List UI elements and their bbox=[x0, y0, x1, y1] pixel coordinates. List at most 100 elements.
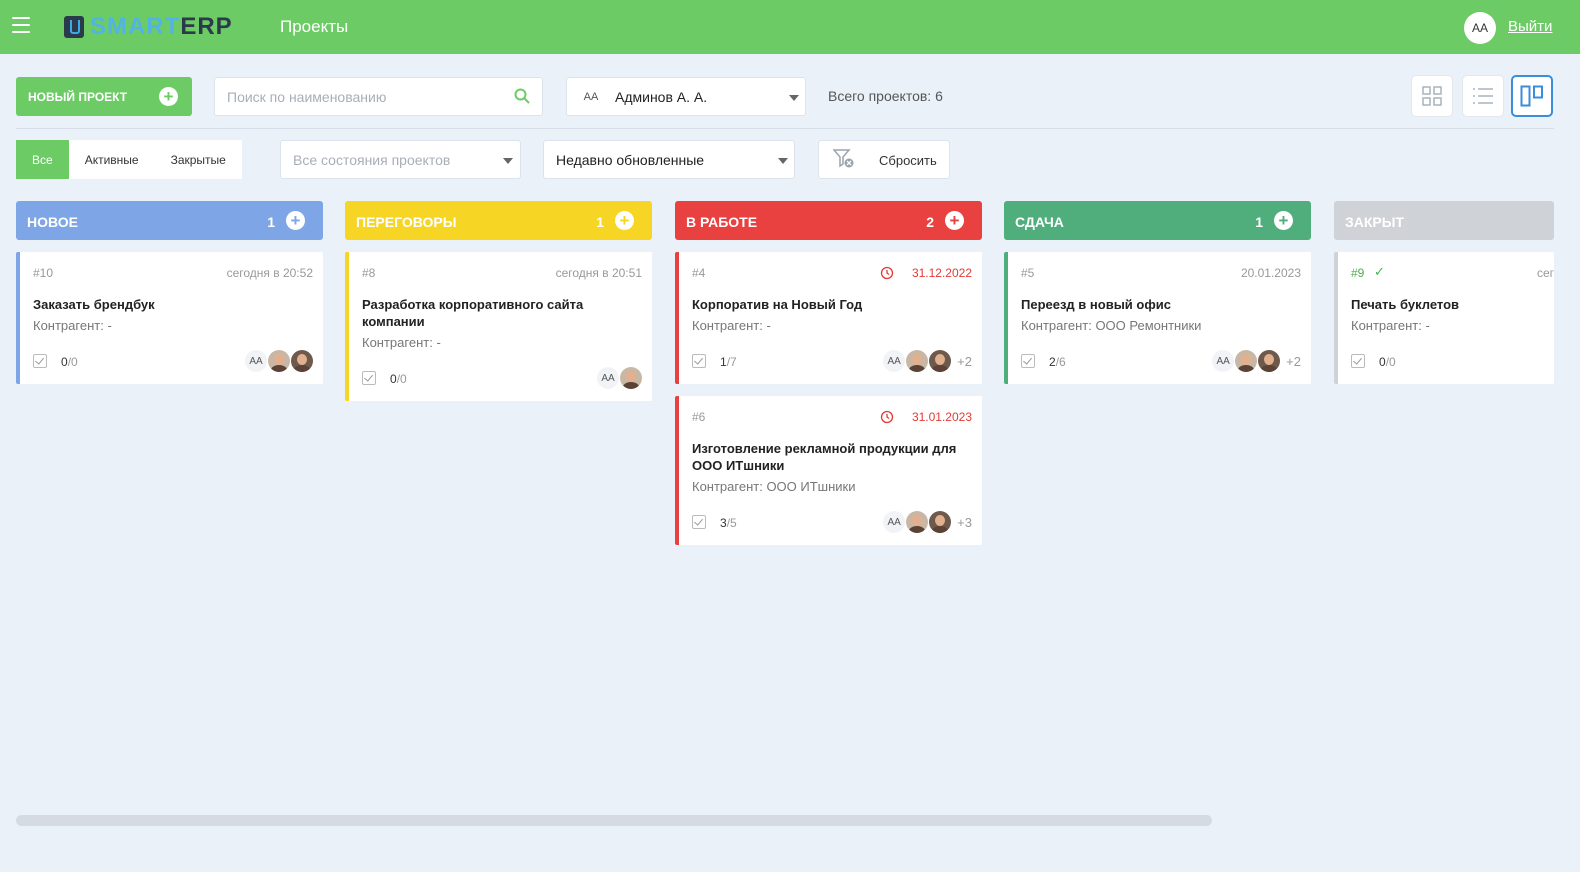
tab-0[interactable]: Все bbox=[16, 140, 69, 179]
more-members-count[interactable]: +3 bbox=[957, 515, 972, 530]
total-projects: Всего проектов: 6 bbox=[828, 88, 943, 104]
grid-icon bbox=[1422, 86, 1442, 106]
project-card[interactable]: #9 ✓ сег Печать буклетов Контрагент: - 0/0 bbox=[1334, 252, 1554, 384]
card-tasks: 2/6 bbox=[1049, 355, 1066, 369]
project-card[interactable]: #8 сегодня в 20:51 Разработка корпоративно… bbox=[345, 252, 652, 401]
add-card-icon[interactable]: + bbox=[945, 211, 964, 230]
card-number: #4 bbox=[692, 266, 706, 280]
nav-projects[interactable]: Проекты bbox=[280, 17, 348, 37]
tasks-total: /6 bbox=[1055, 355, 1066, 369]
column-header: ЗАКРЫТ bbox=[1334, 201, 1554, 240]
column-title: НОВОЕ bbox=[27, 214, 78, 230]
chevron-down-icon bbox=[778, 158, 788, 164]
member-photo-avatar[interactable] bbox=[268, 350, 290, 372]
member-photo-avatar[interactable] bbox=[1235, 350, 1258, 372]
column-header: НОВОЕ 1 + bbox=[16, 201, 323, 240]
horizontal-scrollbar[interactable] bbox=[16, 815, 1212, 826]
project-card[interactable]: #4 31.12.2022 Корпоратив на Новый Год Контр… bbox=[675, 252, 982, 384]
user-avatar[interactable]: AA bbox=[1464, 12, 1496, 44]
card-deadline: 31.01.2023 bbox=[911, 410, 972, 424]
new-project-button[interactable]: НОВЫЙ ПРОЕКТ + bbox=[16, 77, 192, 116]
sort-value: Недавно обновленные bbox=[556, 152, 705, 168]
more-members-count[interactable]: +2 bbox=[1286, 354, 1301, 369]
member-avatar[interactable]: AA bbox=[883, 511, 906, 533]
card-updated: сег bbox=[1536, 266, 1554, 280]
card-contractor: Контрагент: ООО Ремонтники bbox=[1021, 318, 1202, 333]
reset-filters-button[interactable]: Сбросить bbox=[818, 140, 950, 179]
card-title: Переезд в новый офис bbox=[1021, 297, 1171, 312]
card-contractor: Контрагент: ООО ИТшники bbox=[692, 479, 856, 494]
project-state-select[interactable]: Все состояния проектов bbox=[280, 140, 521, 179]
column-header: СДАЧА 1 + bbox=[1004, 201, 1311, 240]
tab-2[interactable]: Закрытые bbox=[154, 140, 242, 179]
plus-icon: + bbox=[159, 87, 178, 106]
sort-select[interactable]: Недавно обновленные bbox=[543, 140, 795, 179]
project-card[interactable]: #6 31.01.2023 Изготовление рекламной проду… bbox=[675, 396, 982, 545]
tasks-done: 0 bbox=[61, 355, 68, 369]
member-avatar[interactable]: AA bbox=[597, 367, 619, 389]
column-count: 1 bbox=[596, 214, 604, 230]
chevron-down-icon bbox=[789, 95, 799, 101]
column-count: 2 bbox=[926, 214, 934, 230]
column-title: СДАЧА bbox=[1015, 214, 1064, 230]
member-photo-avatar[interactable] bbox=[1258, 350, 1281, 372]
tab-1[interactable]: Активные bbox=[68, 140, 155, 179]
card-tasks: 0/0 bbox=[61, 355, 78, 369]
search-box bbox=[214, 77, 543, 116]
add-card-icon[interactable]: + bbox=[286, 211, 305, 230]
card-updated: сегодня в 20:51 bbox=[555, 266, 642, 280]
kanban-view-button[interactable] bbox=[1511, 75, 1553, 117]
search-icon[interactable] bbox=[514, 88, 530, 104]
search-input[interactable] bbox=[215, 78, 495, 115]
logout-link[interactable]: Выйти bbox=[1508, 18, 1552, 35]
card-number: #10 bbox=[33, 266, 54, 280]
card-tasks: 1/7 bbox=[720, 355, 737, 369]
grid-view-button[interactable] bbox=[1411, 75, 1453, 117]
member-avatar[interactable]: AA bbox=[883, 350, 906, 372]
menu-icon[interactable] bbox=[12, 17, 30, 33]
kanban-icon bbox=[1520, 85, 1543, 107]
column-header: ПЕРЕГОВОРЫ 1 + bbox=[345, 201, 652, 240]
member-photo-avatar[interactable] bbox=[620, 367, 642, 389]
tasks-checkbox-icon bbox=[692, 354, 706, 368]
user-filter-name: Админов А. А. bbox=[615, 89, 708, 105]
user-filter-select[interactable]: AA Админов А. А. bbox=[566, 77, 806, 116]
card-members: AA +2 bbox=[1210, 350, 1301, 372]
member-photo-avatar[interactable] bbox=[906, 350, 929, 372]
card-tasks: 0/0 bbox=[1379, 355, 1396, 369]
tasks-checkbox-icon bbox=[362, 371, 376, 385]
tasks-total: /0 bbox=[396, 372, 407, 386]
member-photo-avatar[interactable] bbox=[906, 511, 929, 533]
more-members-count[interactable]: +2 bbox=[957, 354, 972, 369]
project-card[interactable]: #5 20.01.2023 Переезд в новый офис Контраге… bbox=[1004, 252, 1311, 384]
logo-erp-text: ERP bbox=[180, 13, 233, 40]
tasks-checkbox-icon bbox=[692, 515, 706, 529]
member-photo-avatar[interactable] bbox=[291, 350, 313, 372]
member-avatar[interactable]: AA bbox=[1212, 350, 1235, 372]
logo-smart-text: SMART bbox=[90, 13, 181, 40]
card-number: #6 bbox=[692, 410, 706, 424]
project-card[interactable]: #10 сегодня в 20:52 Заказать брендбук Контр… bbox=[16, 252, 323, 384]
list-view-button[interactable] bbox=[1462, 75, 1504, 117]
tasks-total: /5 bbox=[726, 516, 737, 530]
member-photo-avatar[interactable] bbox=[929, 511, 952, 533]
top-bar: SMART ERP Проекты AA Выйти bbox=[0, 0, 1580, 54]
member-avatar[interactable]: AA bbox=[245, 350, 267, 372]
logo-mark-icon bbox=[64, 16, 84, 38]
user-filter-avatar: AA bbox=[583, 91, 599, 103]
card-updated: сегодня в 20:52 bbox=[226, 266, 313, 280]
card-contractor: Контрагент: - bbox=[692, 318, 771, 333]
column-count: 1 bbox=[267, 214, 275, 230]
card-tasks: 0/0 bbox=[390, 372, 407, 386]
member-photo-avatar[interactable] bbox=[929, 350, 952, 372]
add-card-icon[interactable]: + bbox=[615, 211, 634, 230]
tasks-done: 1 bbox=[720, 355, 727, 369]
tasks-total: /0 bbox=[1385, 355, 1396, 369]
add-card-icon[interactable]: + bbox=[1274, 211, 1293, 230]
tasks-done: 2 bbox=[1049, 355, 1056, 369]
column-header: В РАБОТЕ 2 + bbox=[675, 201, 982, 240]
reset-label: Сбросить bbox=[879, 153, 937, 168]
clock-icon bbox=[880, 266, 894, 280]
filter-clear-icon bbox=[833, 149, 854, 168]
logo[interactable]: SMART ERP bbox=[64, 12, 233, 42]
